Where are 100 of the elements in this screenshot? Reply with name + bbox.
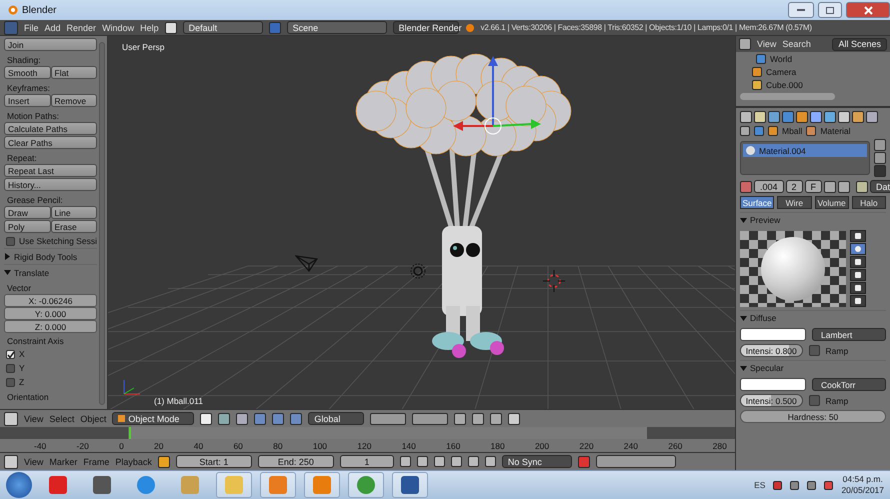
fake-user-toggle[interactable]: F bbox=[804, 180, 822, 193]
checkbox[interactable] bbox=[6, 236, 15, 246]
disclosure-triangle-icon[interactable] bbox=[740, 364, 747, 372]
checkbox[interactable] bbox=[808, 395, 820, 406]
preview-shape-button[interactable] bbox=[850, 243, 866, 255]
frame-number: 80 bbox=[273, 440, 283, 450]
property-tab-icon[interactable] bbox=[838, 111, 850, 123]
menu-item[interactable]: Help bbox=[140, 22, 159, 32]
scene-field[interactable]: Scene bbox=[286, 21, 387, 34]
color-swatch[interactable] bbox=[740, 328, 806, 341]
material-type-tab[interactable]: Volume bbox=[814, 196, 849, 209]
preview-shape-button[interactable] bbox=[850, 295, 866, 307]
maximize-button[interactable] bbox=[818, 2, 842, 18]
color-swatch[interactable] bbox=[740, 378, 806, 391]
language-indicator[interactable]: ES bbox=[754, 480, 766, 490]
end-frame-field[interactable]: End: 250 bbox=[258, 455, 334, 468]
scrollbar[interactable] bbox=[99, 42, 105, 405]
intensity-slider[interactable]: Intensi: 0.500 bbox=[740, 394, 802, 407]
layers-icon[interactable] bbox=[370, 412, 406, 424]
tool-button[interactable]: Poly bbox=[4, 220, 50, 233]
menu-item[interactable]: View bbox=[757, 39, 776, 49]
material-type-tab[interactable]: Halo bbox=[852, 196, 886, 209]
orientation-dropdown[interactable]: Global bbox=[308, 412, 364, 425]
menu-item[interactable]: Window bbox=[102, 22, 134, 32]
disclosure-triangle-icon[interactable] bbox=[740, 216, 747, 224]
close-button[interactable] bbox=[846, 2, 890, 18]
property-tab-icon[interactable] bbox=[740, 111, 752, 123]
mode-dropdown[interactable]: Object Mode bbox=[112, 412, 194, 425]
material-type-tab[interactable]: Wire bbox=[777, 196, 812, 209]
tool-button[interactable]: Insert bbox=[4, 94, 50, 107]
number-field[interactable]: Y: 0.000 bbox=[4, 307, 97, 320]
current-frame-field[interactable]: 1 bbox=[340, 455, 394, 468]
menu-item[interactable]: View bbox=[24, 456, 44, 466]
tool-button[interactable]: Erase bbox=[50, 220, 97, 233]
checkbox[interactable] bbox=[6, 364, 15, 372]
menu-item[interactable]: View bbox=[24, 414, 44, 424]
menu-item[interactable]: Frame bbox=[83, 456, 110, 466]
preview-shape-button[interactable] bbox=[850, 256, 866, 268]
layout-field[interactable]: Default bbox=[182, 21, 263, 34]
property-tab-icon[interactable] bbox=[810, 111, 822, 123]
property-tab-icon[interactable] bbox=[782, 111, 794, 123]
property-tab-icon[interactable] bbox=[866, 111, 878, 123]
preview-shape-button[interactable] bbox=[850, 230, 866, 242]
tool-button[interactable]: Join bbox=[4, 38, 97, 51]
outliner-item[interactable]: World bbox=[770, 54, 792, 64]
menu-item[interactable]: Search bbox=[782, 39, 811, 49]
menu-item[interactable]: Marker bbox=[49, 456, 78, 466]
sync-dropdown[interactable]: No Sync bbox=[502, 455, 572, 468]
disclosure-triangle-icon[interactable] bbox=[740, 314, 747, 322]
outliner-item[interactable]: Camera bbox=[766, 66, 796, 76]
render-engine-dropdown[interactable]: Blender Render bbox=[392, 21, 459, 34]
minimize-button[interactable] bbox=[788, 2, 814, 18]
tool-button[interactable]: History... bbox=[4, 178, 97, 191]
checkbox[interactable] bbox=[6, 350, 15, 358]
preview-shape-button[interactable] bbox=[850, 282, 866, 294]
intensity-slider[interactable]: Intensi: 0.800 bbox=[740, 344, 802, 357]
shader-dropdown[interactable]: Lambert bbox=[812, 328, 886, 341]
menu-item[interactable]: Add bbox=[44, 22, 61, 32]
user-count[interactable]: 2 bbox=[786, 180, 803, 193]
tool-button[interactable]: Smooth bbox=[4, 66, 50, 79]
menu-item[interactable]: File bbox=[24, 22, 39, 32]
tool-button[interactable]: Line bbox=[50, 206, 97, 219]
layers-icon[interactable] bbox=[412, 412, 448, 424]
material-slot[interactable]: Material.004 bbox=[743, 144, 867, 157]
preview-shape-button[interactable] bbox=[850, 269, 866, 281]
keying-set-field[interactable] bbox=[596, 455, 676, 468]
material-type-tab[interactable]: Surface bbox=[740, 196, 774, 209]
property-tab-icon[interactable] bbox=[852, 111, 864, 123]
property-tab-icon[interactable] bbox=[824, 111, 836, 123]
tool-button[interactable]: Calculate Paths bbox=[4, 122, 97, 135]
property-tab-icon[interactable] bbox=[768, 111, 780, 123]
section-label: Shading: bbox=[6, 54, 42, 66]
outliner-item[interactable]: Cube.000 bbox=[766, 80, 803, 90]
menu-item[interactable]: Object bbox=[80, 414, 106, 424]
checkbox[interactable] bbox=[6, 378, 15, 386]
material-name-field[interactable]: .004 bbox=[754, 180, 784, 193]
timeline-track[interactable] bbox=[0, 427, 735, 439]
menu-item[interactable]: Playback bbox=[115, 456, 152, 466]
number-field[interactable]: Z: 0.000 bbox=[4, 320, 97, 333]
scrollbar[interactable] bbox=[740, 93, 835, 100]
tool-button[interactable]: Clear Paths bbox=[4, 136, 97, 149]
property-tab-icon[interactable] bbox=[796, 111, 808, 123]
checkbox[interactable] bbox=[808, 345, 820, 356]
disclosure-triangle-icon[interactable] bbox=[4, 253, 11, 260]
start-frame-field[interactable]: Start: 1 bbox=[176, 455, 252, 468]
property-tab-icon[interactable] bbox=[754, 111, 766, 123]
3d-viewport[interactable]: User Persp (1) Mball.011 bbox=[108, 36, 735, 409]
data-dropdown[interactable]: Dat bbox=[870, 180, 890, 193]
hardness-field[interactable]: Hardness: 50 bbox=[740, 410, 886, 423]
menu-item[interactable]: Render bbox=[66, 22, 96, 32]
shader-dropdown[interactable]: CookTorr bbox=[812, 378, 886, 391]
tool-button[interactable]: Repeat Last bbox=[4, 164, 97, 177]
start-button[interactable] bbox=[6, 472, 32, 498]
tool-button[interactable]: Flat bbox=[50, 66, 97, 79]
display-mode-dropdown[interactable]: All Scenes bbox=[832, 38, 887, 50]
tool-button[interactable]: Remove bbox=[50, 94, 97, 107]
disclosure-triangle-icon[interactable] bbox=[4, 269, 11, 276]
number-field[interactable]: X: -0.06246 bbox=[4, 294, 97, 307]
tool-button[interactable]: Draw bbox=[4, 206, 50, 219]
menu-item[interactable]: Select bbox=[49, 414, 74, 424]
